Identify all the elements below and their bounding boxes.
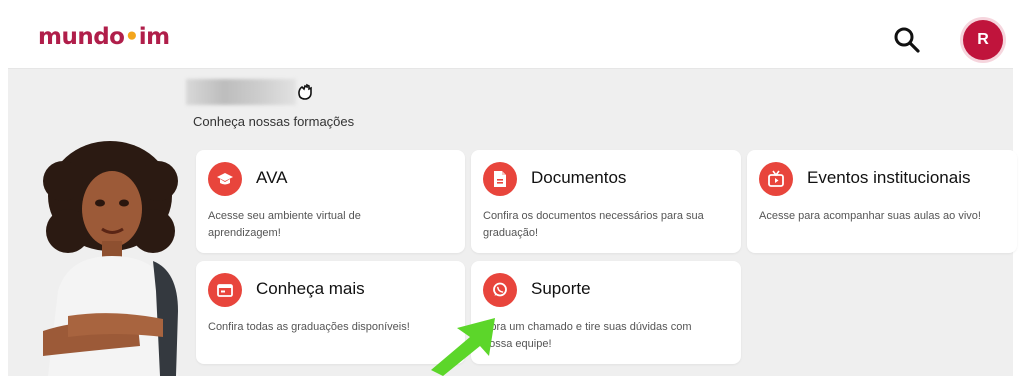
search-icon[interactable]	[892, 25, 922, 55]
green-pointer-arrow	[431, 318, 495, 376]
card-title: Suporte	[531, 279, 591, 298]
card-documentos[interactable]: Documentos Confira os documentos necessá…	[471, 150, 741, 253]
card-ava[interactable]: AVA Acesse seu ambiente virtual de apren…	[196, 150, 465, 253]
waving-hand-icon	[298, 83, 312, 100]
card-eventos-institucionais[interactable]: Eventos institucionais Acesse para acomp…	[747, 150, 1017, 253]
live-tv-icon	[759, 162, 793, 196]
user-avatar[interactable]: R	[963, 20, 1003, 60]
card-title: Documentos	[531, 168, 627, 187]
card-title: Conheça mais	[256, 279, 365, 298]
card-description: Confira todas as graduações disponíveis!	[208, 321, 410, 333]
card-suporte[interactable]: Suporte Abra um chamado e tire suas dúvi…	[471, 261, 741, 364]
card-description: Abra um chamado e tire suas dúvidas com …	[483, 321, 692, 350]
card-description: Acesse seu ambiente virtual de aprendiza…	[208, 210, 361, 239]
card-description: Confira os documentos necessários para s…	[483, 210, 704, 239]
document-icon	[483, 162, 517, 196]
page-subtitle: Conheça nossas formações	[193, 114, 355, 129]
card-description: Acesse para acompanhar suas aulas ao viv…	[759, 210, 981, 222]
card-title: AVA	[256, 168, 288, 187]
catalog-icon	[208, 273, 242, 307]
top-header: mundo•im R	[8, 10, 1013, 69]
graduation-cap-icon	[208, 162, 242, 196]
mundo-im-logo[interactable]: mundo•im	[38, 24, 170, 50]
blurred-username	[186, 79, 296, 105]
whatsapp-icon	[483, 273, 517, 307]
card-title: Eventos institucionais	[807, 168, 971, 187]
main-content: Conheça nossas formações AVA Acesse seu …	[8, 69, 1017, 376]
student-mascot-illustration	[43, 141, 178, 376]
